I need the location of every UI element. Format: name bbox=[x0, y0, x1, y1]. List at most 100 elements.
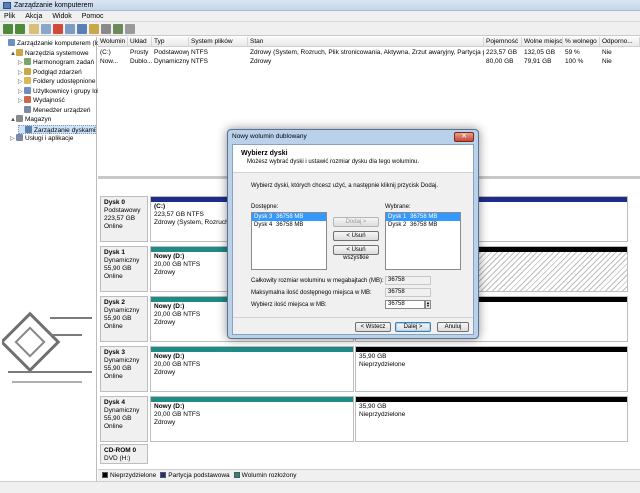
remove-button[interactable]: < Usuń bbox=[333, 231, 379, 241]
table-row[interactable]: (C:) Prosty Podstawowy NTFS Zdrowy (System, … bbox=[98, 48, 640, 57]
back-button[interactable]: < Wstecz bbox=[355, 322, 391, 332]
disk-name: Dysk 3 bbox=[104, 349, 125, 356]
disk-type: Dynamiczny bbox=[104, 357, 140, 364]
settings-icon[interactable] bbox=[125, 24, 135, 34]
disk-label[interactable]: CD-ROM 0 DVD (H:) bbox=[100, 444, 148, 464]
tree-node[interactable]: Zarządzanie dyskami bbox=[18, 124, 97, 134]
disk-label[interactable]: Dysk 2 Dynamiczny 55,90 GB Online bbox=[100, 296, 148, 342]
tree-node-label: Magazyn bbox=[25, 116, 52, 123]
cancel-button[interactable]: Anuluj bbox=[437, 322, 469, 332]
amount-input[interactable]: 36758 bbox=[385, 300, 425, 309]
partition[interactable]: Nowy (D:) 20,00 GB NTFS Zdrowy bbox=[150, 346, 354, 392]
column-header[interactable]: % wolnego bbox=[563, 37, 600, 47]
show-tree-icon[interactable] bbox=[41, 24, 51, 34]
dialog-footer-divider bbox=[233, 317, 473, 318]
disk-label[interactable]: Dysk 0 Podstawowy 223,57 GB Online bbox=[100, 196, 148, 242]
status-bar bbox=[0, 481, 640, 493]
tree-node-label: Harmonogram zadań bbox=[33, 59, 95, 66]
column-header[interactable]: Wolumin bbox=[98, 37, 128, 47]
menu-action[interactable]: Akcja bbox=[21, 11, 46, 22]
tree-node-label: Zarządzanie komputerem (loka bbox=[17, 40, 107, 47]
tree-node[interactable]: Menedżer urządzeń bbox=[18, 105, 90, 115]
table-cell: Zdrowy (System, Rozruch, Plik stronicowa… bbox=[250, 49, 484, 56]
tree-node[interactable]: ▷ Foldery udostępnione bbox=[18, 77, 96, 86]
partition[interactable]: 35,90 GB Nieprzydzielone bbox=[355, 396, 628, 442]
new-mirrored-volume-dialog: Nowy wolumin dublowany ✕ Wybierz dyski M… bbox=[227, 129, 479, 339]
properties-icon[interactable] bbox=[65, 24, 75, 34]
list-item[interactable]: Dysk 2 36758 MB bbox=[386, 221, 460, 229]
table-cell: Prosty bbox=[130, 49, 149, 56]
window-title: Zarządzanie komputerem bbox=[14, 2, 94, 9]
tree-node-icon bbox=[24, 58, 31, 65]
partition-line3: Zdrowy bbox=[154, 419, 176, 426]
rescan-icon[interactable] bbox=[101, 24, 111, 34]
legend-swatch bbox=[233, 472, 240, 478]
tree-node[interactable]: ▷ Usługi i aplikacje bbox=[10, 134, 73, 143]
disk-status: Online bbox=[104, 223, 123, 230]
partition-line2: 35,90 GB bbox=[359, 403, 387, 410]
disk-size: 55,90 GB bbox=[104, 365, 132, 372]
tree-node[interactable]: ▷ Użytkownicy i grupy lok bbox=[18, 86, 101, 96]
up-folder-icon[interactable] bbox=[29, 24, 39, 34]
selected-label: Wybrane: bbox=[385, 204, 411, 210]
tree-node[interactable]: ▲ Magazyn bbox=[10, 115, 51, 124]
disk-name: Dysk 4 bbox=[104, 399, 125, 406]
menu-help[interactable]: Pomoc bbox=[78, 11, 108, 22]
disk-label[interactable]: Dysk 1 Dynamiczny 55,90 GB Online bbox=[100, 246, 148, 292]
tree-node-label: Usługi i aplikacje bbox=[25, 135, 74, 142]
table-cell: NTFS bbox=[191, 49, 208, 56]
disk-size: 36758 MB bbox=[276, 214, 304, 220]
tree-node[interactable]: ▷ Wydajność bbox=[18, 96, 65, 105]
tree-node[interactable]: ▲ Narzędzia systemowe bbox=[10, 48, 89, 58]
forward-icon[interactable] bbox=[15, 24, 25, 34]
available-label: Dostępne: bbox=[251, 204, 279, 210]
disk-label[interactable]: Dysk 4 Dynamiczny 55,90 GB Online bbox=[100, 396, 148, 442]
column-header[interactable]: Układ bbox=[128, 37, 152, 47]
tree-node[interactable]: ▷ Harmonogram zadań bbox=[18, 58, 94, 67]
selected-disks-list[interactable]: Dysk 1 36758 MB Dysk 2 36758 MB bbox=[385, 212, 461, 270]
column-header[interactable]: Wolne miejsce bbox=[522, 37, 563, 47]
column-header[interactable]: Odporno... bbox=[600, 37, 640, 47]
column-header[interactable]: Pojemność bbox=[484, 37, 522, 47]
tree-node-label: Foldery udostępnione bbox=[33, 78, 96, 85]
amount-spinner[interactable]: ▲ ▼ bbox=[425, 300, 431, 309]
next-button[interactable]: Dalej > bbox=[395, 322, 431, 332]
back-icon[interactable] bbox=[3, 24, 13, 34]
partition-line3: Nieprzydzielone bbox=[359, 411, 406, 418]
available-disks-list[interactable]: Dysk 3 36758 MB Dysk 4 36758 MB bbox=[251, 212, 327, 270]
close-icon[interactable]: ✕ bbox=[454, 132, 474, 142]
refresh-icon[interactable] bbox=[113, 24, 123, 34]
disk-size: 55,90 GB bbox=[104, 315, 132, 322]
column-header[interactable]: Typ bbox=[152, 37, 189, 47]
list-item[interactable]: Dysk 3 36758 MB bbox=[252, 213, 326, 221]
max-space-value: 36758 bbox=[385, 288, 431, 297]
menu-view[interactable]: Widok bbox=[48, 11, 75, 22]
dialog-instruction: Wybierz dyski, których chcesz użyć, a na… bbox=[251, 183, 439, 189]
disk-label[interactable]: Dysk 3 Dynamiczny 55,90 GB Online bbox=[100, 346, 148, 392]
delete-icon[interactable] bbox=[53, 24, 63, 34]
help-icon[interactable] bbox=[77, 24, 87, 34]
menu-file[interactable]: Plik bbox=[0, 11, 19, 22]
table-row[interactable]: Now... Dublo... Dynamiczny NTFS Zdrowy 80,00 … bbox=[98, 57, 640, 66]
column-header[interactable]: System plików bbox=[189, 37, 248, 47]
add-button[interactable]: Dodaj > bbox=[333, 217, 379, 227]
list-item[interactable]: Dysk 4 36758 MB bbox=[252, 221, 326, 229]
dialog-subheading: Możesz wybrać dyski i ustawić rozmiar dy… bbox=[247, 159, 420, 165]
remove-all-button[interactable]: < Usuń wszystkie bbox=[333, 245, 379, 261]
partition-line3: Zdrowy bbox=[154, 369, 176, 376]
disk-name: Dysk 2 bbox=[388, 222, 407, 228]
partition[interactable]: Nowy (D:) 20,00 GB NTFS Zdrowy bbox=[150, 396, 354, 442]
dialog-header: Wybierz dyski Możesz wybrać dyski i usta… bbox=[233, 145, 473, 173]
toolbar bbox=[0, 22, 640, 36]
table-cell: Nie bbox=[602, 58, 612, 65]
column-header[interactable]: Stan bbox=[248, 37, 484, 47]
tree-node[interactable]: ▷ Podgląd zdarzeń bbox=[18, 67, 82, 77]
list-item[interactable]: Dysk 1 36758 MB bbox=[386, 213, 460, 221]
tree-node-icon bbox=[16, 48, 23, 56]
disk-status: Online bbox=[104, 323, 123, 330]
partition-title: Nowy (D:) bbox=[154, 403, 185, 410]
tree-node[interactable]: Zarządzanie komputerem (loka bbox=[2, 39, 107, 48]
open-folder-icon[interactable] bbox=[89, 24, 99, 34]
partition[interactable]: 35,90 GB Nieprzydzielone bbox=[355, 346, 628, 392]
table-cell: 223,57 GB bbox=[486, 49, 518, 56]
